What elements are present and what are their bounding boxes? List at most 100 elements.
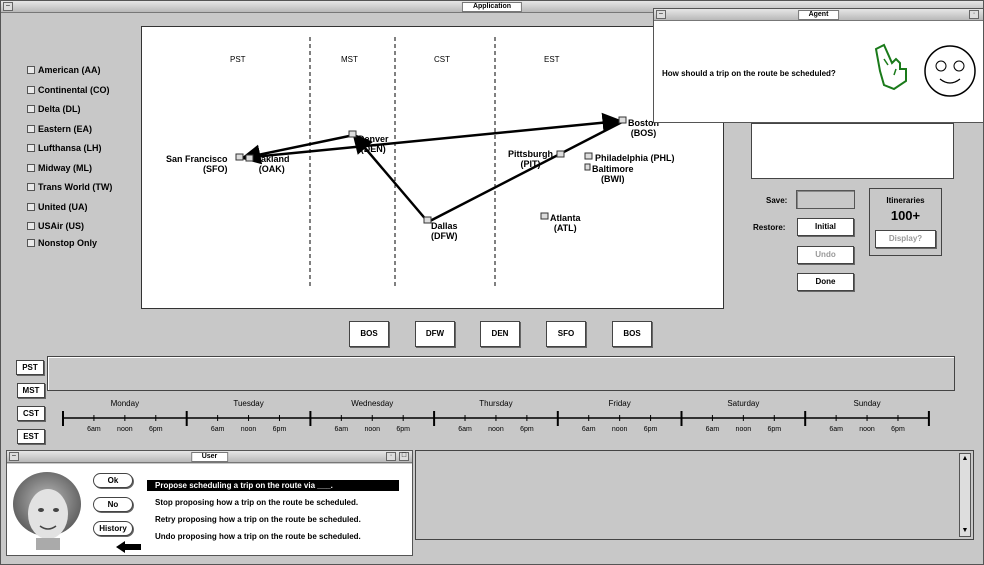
agent-window: – Agent · How should a trip on the route… <box>653 8 984 123</box>
history-button[interactable]: History <box>93 521 133 536</box>
scroll-up-arrow-icon[interactable]: ▲ <box>961 455 969 463</box>
checkbox-icon <box>27 105 35 113</box>
airline-checkbox[interactable]: Eastern (EA) <box>27 124 92 134</box>
timezone-label-est: EST <box>544 55 560 64</box>
option-item[interactable]: Retry proposing how a trip on the route … <box>153 514 363 525</box>
route-button-bos-start[interactable]: BOS <box>349 321 389 347</box>
city-label-phl[interactable]: Philadelphia (PHL) <box>595 153 675 163</box>
airline-label: Lufthansa (LH) <box>38 143 102 153</box>
hour-label: 6pm <box>891 426 905 433</box>
hour-label: 6am <box>829 426 843 433</box>
agent-message: How should a trip on the route be schedu… <box>662 69 836 78</box>
airline-label: USAir (US) <box>38 221 85 231</box>
hour-label: 6pm <box>643 426 658 433</box>
timezone-button-pst[interactable]: PST <box>16 360 44 375</box>
airline-label: United (UA) <box>38 201 88 212</box>
hour-label: 6am <box>705 426 720 433</box>
restore-label: Restore: <box>753 223 786 232</box>
hour-label: noon <box>117 426 133 433</box>
done-button[interactable]: Done <box>797 273 854 291</box>
smiley-face-icon <box>924 45 976 97</box>
hour-label: 6pm <box>396 426 410 433</box>
scroll-down-arrow-icon[interactable]: ▼ <box>961 527 969 535</box>
hour-label: 6am <box>458 426 472 433</box>
application-title: Application <box>461 2 523 12</box>
transcript-scrollbar[interactable]: ▲ ▼ <box>959 453 971 537</box>
results-box[interactable] <box>751 123 954 179</box>
transcript-area[interactable]: ▲ ▼ <box>415 450 974 540</box>
route-button-sfo[interactable]: SFO <box>546 321 586 347</box>
display-button[interactable]: Display? <box>875 230 936 248</box>
airline-label: Eastern (EA) <box>38 123 93 134</box>
day-label: Wednesday <box>351 399 394 408</box>
timezone-button-mst[interactable]: MST <box>17 383 45 398</box>
airline-checkbox[interactable]: Midway (ML) <box>27 163 92 173</box>
checkbox-icon <box>27 239 35 247</box>
hour-label: 6pm <box>520 426 534 433</box>
airline-label: Delta (DL) <box>38 104 81 114</box>
option-item[interactable]: Stop proposing how a trip on the route b… <box>153 497 360 508</box>
day-label: Monday <box>110 399 140 408</box>
hour-label: 6pm <box>148 426 163 433</box>
city-label-pit[interactable]: Pittsburgh (PIT) <box>508 149 553 169</box>
user-avatar <box>13 472 81 550</box>
save-field[interactable] <box>796 190 855 209</box>
city-label-den[interactable]: Denver (DEN) <box>358 134 389 154</box>
city-label-oak[interactable]: Oakland (OAK) <box>254 154 290 174</box>
pointing-hand-icon <box>874 43 907 91</box>
airline-checkbox[interactable]: Trans World (TW) <box>27 182 112 192</box>
airline-checkbox[interactable]: USAir (US) <box>27 221 84 231</box>
hour-label: noon <box>859 426 875 433</box>
city-label-bwi[interactable]: Baltimore (BWI) <box>592 164 634 184</box>
undo-button[interactable]: Undo <box>797 246 854 264</box>
city-label-atl[interactable]: Atlanta (ATL) <box>550 213 581 233</box>
route-button-dfw[interactable]: DFW <box>415 321 455 347</box>
timezone-button-est[interactable]: EST <box>17 429 45 444</box>
user-titlebar[interactable]: – User · □ <box>7 451 412 463</box>
back-arrow-icon[interactable] <box>116 541 142 553</box>
option-item-selected[interactable]: Propose scheduling a trip on the route v… <box>147 480 399 491</box>
window-menu-icon[interactable]: – <box>656 10 666 19</box>
city-label-dfw[interactable]: Dallas (DFW) <box>431 221 458 241</box>
hour-label: 6pm <box>272 426 287 433</box>
city-marker-atl <box>540 212 549 220</box>
hour-label: noon <box>488 426 504 433</box>
checkbox-icon <box>27 144 35 152</box>
airline-checkbox[interactable]: American (AA) <box>27 65 101 75</box>
airline-checkbox[interactable]: United (UA) <box>27 202 88 212</box>
minimize-icon[interactable]: · <box>386 452 396 461</box>
route-button-den[interactable]: DEN <box>480 321 520 347</box>
route-map[interactable]: PST MST CST EST San Francisco (SFO) Oakla… <box>141 26 724 309</box>
timezone-dividers <box>309 37 496 287</box>
city-label-sfo[interactable]: San Francisco (SFO) <box>166 154 228 174</box>
schedule-bar[interactable] <box>47 356 955 391</box>
maximize-icon[interactable]: □ <box>399 452 409 461</box>
checkbox-icon <box>27 163 35 172</box>
hour-label: 6am <box>581 426 596 433</box>
checkbox-icon <box>27 222 35 230</box>
window-menu-icon[interactable]: – <box>9 452 19 461</box>
minimize-icon[interactable]: · <box>969 10 979 19</box>
save-label: Save: <box>766 196 788 205</box>
day-label: Sunday <box>853 399 881 408</box>
city-marker-phl <box>584 152 593 160</box>
airline-checkbox[interactable]: Lufthansa (LH) <box>27 143 102 153</box>
nonstop-only-checkbox[interactable]: Nonstop Only <box>27 238 97 248</box>
airline-checkbox[interactable]: Delta (DL) <box>27 104 81 114</box>
hour-label: 6am <box>334 426 349 433</box>
window-menu-icon[interactable]: – <box>3 2 13 11</box>
agent-titlebar[interactable]: – Agent · <box>654 9 983 21</box>
itineraries-title: Itineraries <box>886 196 925 205</box>
agent-title: Agent <box>797 10 840 20</box>
hour-label: 6pm <box>767 426 782 433</box>
timezone-label-cst: CST <box>434 55 450 64</box>
ok-button[interactable]: Ok <box>93 473 133 488</box>
airline-label: American (AA) <box>38 65 101 75</box>
no-button[interactable]: No <box>93 497 133 512</box>
option-item[interactable]: Undo proposing how a trip on the route b… <box>153 531 363 542</box>
initial-button[interactable]: Initial <box>797 218 854 236</box>
hour-label: noon <box>364 426 381 433</box>
hour-label: noon <box>735 426 752 433</box>
airline-checkbox[interactable]: Continental (CO) <box>27 85 110 95</box>
route-button-bos-end[interactable]: BOS <box>612 321 652 347</box>
